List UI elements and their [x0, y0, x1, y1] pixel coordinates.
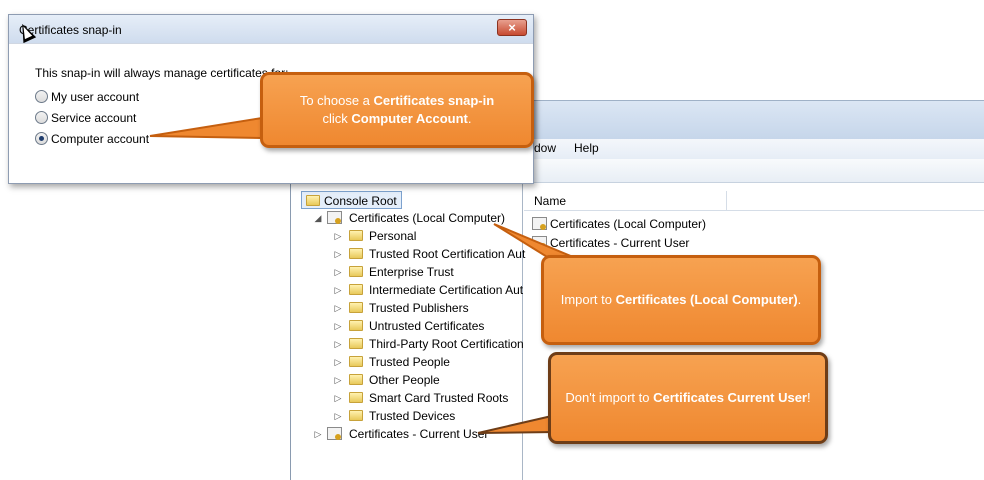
callout-text: .: [467, 111, 472, 126]
tree-console-root[interactable]: Console Root: [301, 191, 402, 209]
expand-arrow-icon[interactable]: ▷: [333, 227, 343, 245]
dialog-prompt: This snap-in will always manage certific…: [35, 66, 289, 80]
tree-store-label: Intermediate Certification Aut: [369, 283, 524, 297]
folder-icon: [349, 320, 363, 331]
radio-button-selected[interactable]: [35, 132, 48, 145]
callout-bold: Certificates (Local Computer): [615, 292, 798, 307]
tree-store-item[interactable]: ▷ Third-Party Root Certification: [333, 335, 524, 353]
list-item-label: Certificates (Local Computer): [550, 217, 707, 231]
tree-store-label: Enterprise Trust: [369, 265, 454, 279]
radio-label: Computer account: [51, 132, 150, 146]
certificate-icon: [327, 211, 342, 224]
callout-text: To choose a: [299, 93, 374, 108]
tree-store-label: Third-Party Root Certification: [369, 337, 524, 351]
callout-text: !: [807, 390, 811, 405]
callout-text: Don't import to: [565, 390, 654, 405]
tree-store-label: Other People: [369, 373, 440, 387]
tree-label: Certificates - Current User: [349, 427, 489, 441]
tree-store-item[interactable]: ▷ Smart Card Trusted Roots: [333, 389, 523, 407]
radio-button[interactable]: [35, 111, 48, 124]
radio-button[interactable]: [35, 90, 48, 103]
folder-icon: [349, 338, 363, 349]
expand-arrow-icon[interactable]: ▷: [333, 371, 343, 389]
tree-store-item[interactable]: ▷ Personal: [333, 227, 523, 245]
tree-store-label: Smart Card Trusted Roots: [369, 391, 509, 405]
folder-icon: [349, 230, 363, 241]
tree-store-item[interactable]: ▷ Untrusted Certificates: [333, 317, 523, 335]
tree-store-label: Untrusted Certificates: [369, 319, 485, 333]
tree-store-item[interactable]: ▷ Trusted Root Certification Aut: [333, 245, 526, 263]
folder-icon: [349, 266, 363, 277]
menu-help[interactable]: Help: [574, 141, 599, 155]
callout-text: Import to: [560, 292, 616, 307]
tree-store-item[interactable]: ▷ Trusted Publishers: [333, 299, 523, 317]
column-header-name[interactable]: Name: [524, 191, 984, 211]
expand-arrow-icon[interactable]: ▷: [333, 299, 343, 317]
collapse-arrow-icon[interactable]: ◢: [313, 209, 323, 227]
tree-store-label: Trusted Root Certification Aut: [369, 247, 526, 261]
folder-icon: [349, 302, 363, 313]
close-button[interactable]: ×: [497, 19, 527, 36]
expand-arrow-icon[interactable]: ▷: [333, 335, 343, 353]
tree-store-item[interactable]: ▷ Enterprise Trust: [333, 263, 523, 281]
folder-icon: [349, 284, 363, 295]
tree-store-label: Trusted Devices: [369, 409, 456, 423]
tree-label: Certificates (Local Computer): [349, 211, 506, 225]
tree-store-label: Trusted People: [369, 355, 450, 369]
expand-arrow-icon[interactable]: ▷: [333, 263, 343, 281]
expand-arrow-icon[interactable]: ▷: [333, 389, 343, 407]
expand-arrow-icon[interactable]: ▷: [333, 317, 343, 335]
certificate-icon: [327, 427, 342, 440]
expand-arrow-icon[interactable]: ▷: [333, 353, 343, 371]
certificate-icon: [532, 236, 547, 249]
expand-arrow-icon[interactable]: ▷: [333, 407, 343, 425]
list-item-label: Certificates - Current User: [550, 236, 690, 250]
folder-icon: [349, 392, 363, 403]
tree-certificates-current-user[interactable]: ▷ Certificates - Current User: [313, 425, 523, 443]
menu-window[interactable]: dow: [534, 141, 556, 155]
folder-icon: [306, 195, 320, 206]
column-header-label: Name: [534, 194, 567, 208]
expand-arrow-icon[interactable]: ▷: [333, 281, 343, 299]
callout-text: click: [322, 111, 352, 126]
folder-icon: [349, 356, 363, 367]
tree-store-item[interactable]: ▷ Trusted Devices: [333, 407, 523, 425]
folder-icon: [349, 374, 363, 385]
tree-console-root-label: Console Root: [324, 194, 397, 208]
callout-snapin: To choose a Certificates snap-in click C…: [260, 72, 534, 148]
radio-label: My user account: [51, 90, 140, 104]
tree-store-label: Personal: [369, 229, 417, 243]
callout-bold: Certificates snap-in: [373, 93, 495, 108]
certificate-icon: [532, 217, 547, 230]
expand-arrow-icon[interactable]: ▷: [313, 425, 323, 443]
callout-bold: Computer Account: [351, 111, 468, 126]
tree-store-label: Trusted Publishers: [369, 301, 469, 315]
folder-icon: [349, 410, 363, 421]
tree-store-item[interactable]: ▷ Intermediate Certification Aut: [333, 281, 524, 299]
column-separator[interactable]: [726, 191, 727, 211]
tree-certificates-local-computer[interactable]: ◢ Certificates (Local Computer): [313, 209, 523, 227]
console-tree: Console Root ◢ Certificates (Local Compu…: [297, 183, 526, 480]
tree-store-item[interactable]: ▷ Trusted People: [333, 353, 523, 371]
callout-dont-import: Don't import to Certificates Current Use…: [548, 352, 828, 444]
tree-store-item[interactable]: ▷ Other People: [333, 371, 523, 389]
radio-label: Service account: [51, 111, 137, 125]
dialog-title: Certificates snap-in: [9, 15, 533, 43]
callout-bold: Certificates Current User: [653, 390, 807, 405]
expand-arrow-icon[interactable]: ▷: [333, 245, 343, 263]
callout-import: Import to Certificates (Local Computer).: [541, 255, 821, 345]
folder-icon: [349, 248, 363, 259]
callout-text: .: [797, 292, 802, 307]
